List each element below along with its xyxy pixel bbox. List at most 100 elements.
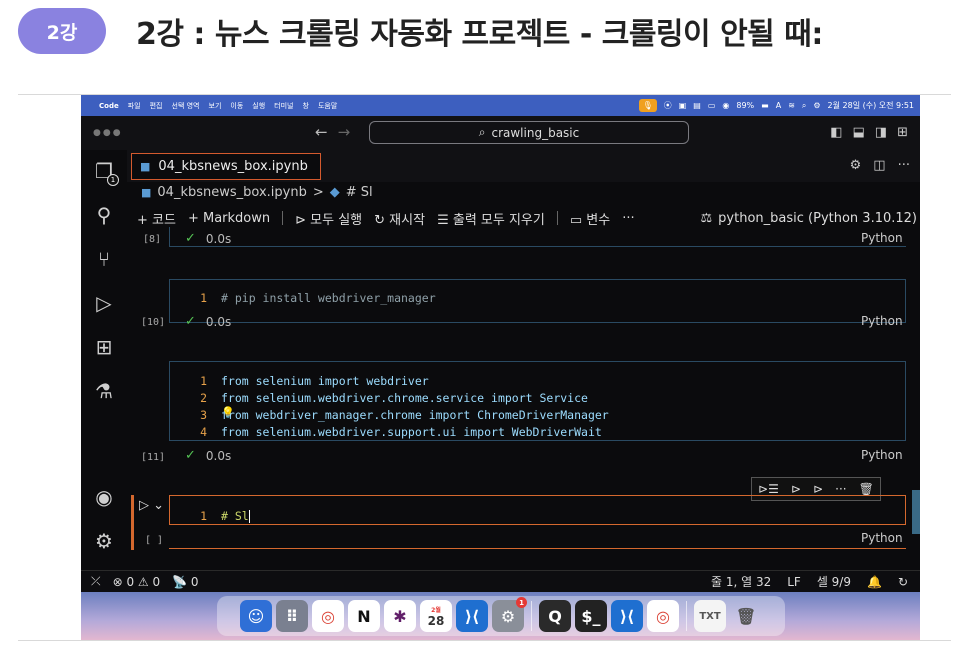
code-line[interactable]: from selenium.webdriver.chrome.service i… bbox=[221, 391, 588, 405]
screen-icon[interactable]: ▤ bbox=[693, 101, 701, 110]
input-source[interactable]: A bbox=[776, 101, 781, 110]
scroll-thumb[interactable] bbox=[912, 490, 920, 534]
vscode-window-icon[interactable]: ⟩⟨ bbox=[611, 600, 643, 632]
toolbar-separator bbox=[556, 211, 558, 225]
record-icon[interactable]: ⦿ bbox=[664, 100, 672, 111]
extensions-icon[interactable]: ⊞ bbox=[91, 334, 117, 360]
lightbulb-icon[interactable]: 💡 bbox=[221, 406, 235, 419]
menubar-clock[interactable]: 2월 28일 (수) 오전 9:51 bbox=[828, 100, 914, 111]
run-next-icon[interactable]: ⊳ bbox=[813, 482, 823, 496]
code-line[interactable]: from selenium.webdriver.support.ui impor… bbox=[221, 425, 602, 439]
active-cell-indicator bbox=[131, 495, 134, 550]
menu-run[interactable]: 실행 bbox=[252, 101, 265, 111]
notion-icon[interactable]: ▣ bbox=[679, 101, 687, 110]
breadcrumb-section[interactable]: # Sl bbox=[346, 185, 373, 200]
cell-indicator[interactable]: 셀 9/9 bbox=[817, 573, 851, 590]
menu-file[interactable]: 파일 bbox=[128, 101, 141, 111]
problems-indicator[interactable]: ⊗ 0 ⚠ 0 bbox=[113, 575, 161, 589]
variables-button[interactable]: ▭ 변수 bbox=[570, 209, 610, 228]
tab-notebook[interactable]: ■ 04_kbsnews_box.ipynb bbox=[131, 153, 321, 180]
cell-language[interactable]: Python bbox=[861, 448, 903, 462]
vscode-icon[interactable]: ⟩⟨ bbox=[456, 600, 488, 632]
terminal-icon[interactable]: $_ bbox=[575, 600, 607, 632]
finder-icon[interactable]: ☺ bbox=[240, 600, 272, 632]
more-icon[interactable]: ··· bbox=[835, 482, 846, 496]
battery-icon[interactable]: ▬ bbox=[761, 101, 769, 110]
cell-language[interactable]: Python bbox=[861, 314, 903, 328]
microphone-icon[interactable]: 🎙 bbox=[638, 99, 657, 112]
menu-help[interactable]: 도움말 bbox=[318, 101, 337, 111]
toggle-secondary-sidebar-icon[interactable]: ◨ bbox=[875, 125, 887, 140]
testing-icon[interactable]: ⚗ bbox=[91, 378, 117, 404]
notion-icon[interactable]: N bbox=[348, 600, 380, 632]
launchpad-icon[interactable]: ⠿ bbox=[276, 600, 308, 632]
account-icon[interactable]: ◉ bbox=[91, 484, 117, 510]
toggle-panel-icon[interactable]: ⬓ bbox=[853, 125, 865, 140]
trash-icon[interactable]: 🗑 bbox=[730, 600, 762, 632]
settings-gear-icon[interactable]: ⚙ bbox=[91, 528, 117, 554]
bell-icon[interactable]: 🔔 bbox=[867, 575, 882, 589]
menu-app-code[interactable]: Code bbox=[99, 102, 119, 110]
wifi-icon[interactable]: ≋ bbox=[788, 101, 795, 110]
clear-outputs-button[interactable]: ☰ 출력 모두 지우기 bbox=[437, 209, 545, 228]
code-line[interactable]: from webdriver_manager.chrome import Chr… bbox=[221, 408, 609, 422]
add-markdown-button[interactable]: + Markdown bbox=[188, 211, 270, 226]
remote-icon[interactable]: ⤫ bbox=[91, 574, 101, 589]
source-control-icon[interactable]: ⑂ bbox=[91, 246, 117, 272]
traffic-lights[interactable]: ●●● bbox=[93, 128, 123, 138]
menu-go[interactable]: 이동 bbox=[230, 101, 243, 111]
notification-badge: 1 bbox=[516, 597, 527, 608]
forward-arrow-icon[interactable]: → bbox=[338, 123, 351, 141]
active-code-line[interactable]: # Sl bbox=[221, 509, 250, 523]
chrome-window-icon[interactable]: ◎ bbox=[647, 600, 679, 632]
more-button[interactable]: ··· bbox=[622, 211, 634, 226]
command-center-search[interactable]: ⌕ crawling_basic bbox=[369, 121, 689, 144]
cell-language[interactable]: Python bbox=[861, 231, 903, 245]
run-cell-button[interactable]: ▷ ⌄ bbox=[139, 498, 164, 513]
cell-exec-count: [11] bbox=[141, 452, 166, 463]
restart-button[interactable]: ↻ 재시작 bbox=[374, 209, 425, 228]
run-above-icon[interactable]: ⊳☰ bbox=[758, 482, 779, 496]
menu-selection[interactable]: 선택 영역 bbox=[172, 101, 200, 111]
delete-cell-icon[interactable]: 🗑 bbox=[859, 482, 874, 496]
run-below-icon[interactable]: ⊳ bbox=[791, 482, 801, 496]
run-debug-icon[interactable]: ▷ bbox=[91, 290, 117, 316]
back-arrow-icon[interactable]: ← bbox=[315, 123, 328, 141]
quicktime-icon[interactable]: Q bbox=[539, 600, 571, 632]
text-document-icon[interactable]: TXT bbox=[694, 600, 726, 632]
customize-layout-icon[interactable]: ⊞ bbox=[897, 125, 908, 140]
system-settings-icon[interactable]: ⚙ 1 bbox=[492, 597, 527, 632]
more-actions-icon[interactable]: ··· bbox=[898, 158, 910, 173]
code-line[interactable]: from selenium import webdriver bbox=[221, 374, 429, 388]
slack-icon[interactable]: ✱ bbox=[384, 600, 416, 632]
calendar-icon[interactable]: 2월 28 bbox=[420, 600, 452, 632]
toggle-sidebar-icon[interactable]: ◧ bbox=[830, 125, 842, 140]
menu-view[interactable]: 보기 bbox=[209, 101, 222, 111]
add-code-button[interactable]: + 코드 bbox=[137, 209, 176, 228]
search-icon[interactable]: ⚲ bbox=[91, 202, 117, 228]
menu-terminal[interactable]: 터미널 bbox=[274, 101, 293, 111]
explorer-icon[interactable]: ❐ 1 bbox=[91, 158, 119, 186]
split-editor-icon[interactable]: ◫ bbox=[873, 158, 885, 173]
spotlight-icon[interactable]: ⌕ bbox=[802, 101, 806, 111]
eol-indicator[interactable]: LF bbox=[787, 575, 801, 589]
breadcrumb-file[interactable]: 04_kbsnews_box.ipynb bbox=[157, 185, 306, 200]
kernel-picker[interactable]: ⚖ python_basic (Python 3.10.12) bbox=[701, 211, 917, 226]
feedback-icon[interactable]: ↻ bbox=[898, 575, 908, 589]
mac-menubar: Code 파일 편집 선택 영역 보기 이동 실행 터미널 창 도움말 🎙 ⦿ … bbox=[81, 95, 920, 116]
cell-language[interactable]: Python bbox=[861, 531, 903, 545]
status-bar: ⤫ ⊗ 0 ⚠ 0 📡 0 줄 1, 열 32 LF 셀 9/9 🔔 ↻ bbox=[81, 570, 920, 592]
menu-window[interactable]: 창 bbox=[303, 101, 309, 111]
menu-edit[interactable]: 편집 bbox=[150, 101, 163, 111]
line-number: 1 bbox=[200, 509, 207, 523]
run-all-button[interactable]: ⊳ 모두 실행 bbox=[295, 209, 362, 228]
clock-icon[interactable]: ◉ bbox=[722, 101, 729, 110]
display-icon[interactable]: ▭ bbox=[708, 101, 716, 110]
ports-indicator[interactable]: 📡 0 bbox=[172, 575, 198, 589]
active-code-cell[interactable] bbox=[169, 495, 906, 525]
chrome-icon[interactable]: ◎ bbox=[312, 600, 344, 632]
code-line[interactable]: # pip install webdriver_manager bbox=[221, 291, 436, 305]
control-center-icon[interactable]: ⚙ bbox=[813, 101, 820, 110]
gear-icon[interactable]: ⚙ bbox=[850, 158, 862, 173]
cursor-position[interactable]: 줄 1, 열 32 bbox=[711, 573, 771, 590]
